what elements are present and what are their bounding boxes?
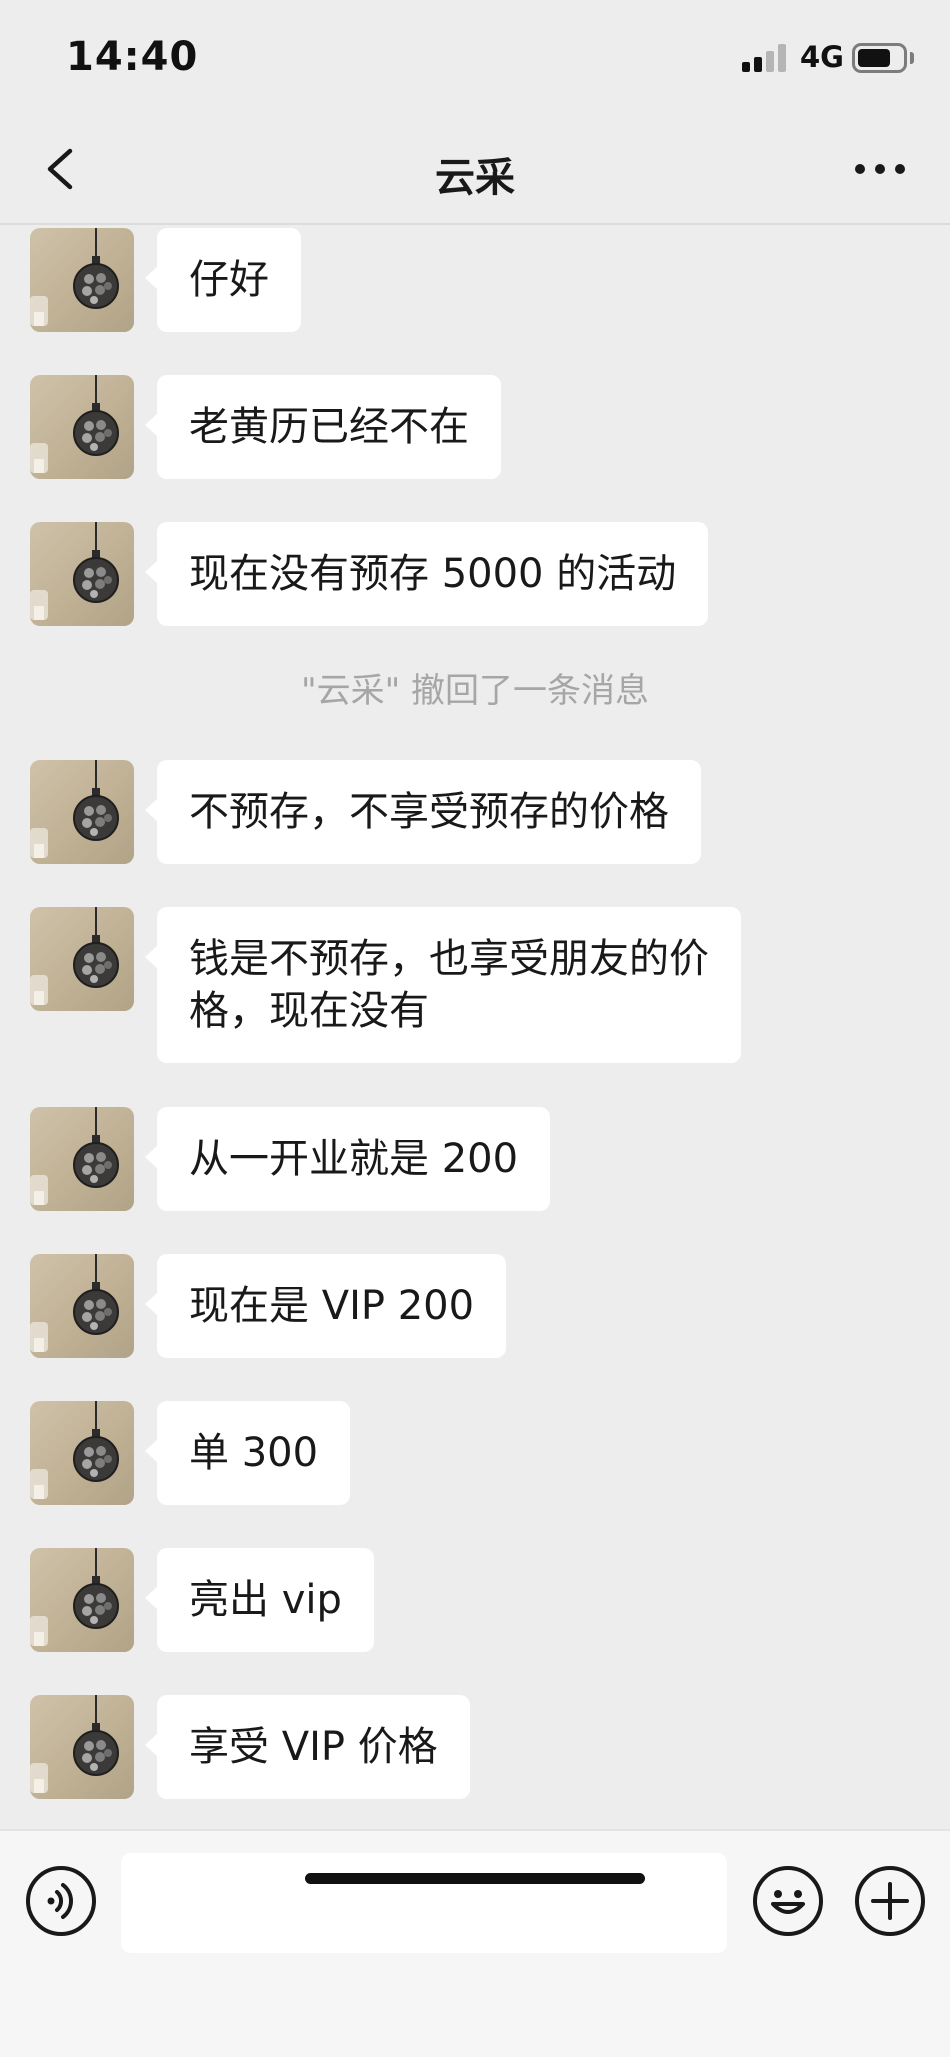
avatar[interactable] [30,1695,134,1799]
avatar[interactable] [30,375,134,479]
message-bubble[interactable]: 仔好 [145,228,301,332]
status-bar: 14:40 4G [0,0,950,115]
message-bubble[interactable]: 钱是不预存，也享受朋友的价 格，现在没有 [145,907,741,1063]
message-bubble[interactable]: 不预存，不享受预存的价格 [145,760,701,864]
chat-screen: 14:40 4G 云采 仔好 老黄历已经不在 现在没有预存 5000 的活动 "… [0,0,950,2057]
message-bubble[interactable]: 亮出 vip [145,1548,374,1652]
battery-cap [910,52,914,64]
message-bubble[interactable]: 从一开业就是 200 [144,1107,551,1211]
message-bubble[interactable]: 老黄历已经不在 [145,375,501,479]
emoji-icon[interactable] [753,1866,823,1936]
home-indicator[interactable] [305,1873,645,1884]
message-bubble[interactable]: 单 300 [144,1401,351,1505]
message-input[interactable] [121,1853,727,1953]
nav-bar: 云采 [0,115,950,223]
avatar[interactable] [30,522,134,626]
avatar[interactable] [30,228,134,332]
voice-icon[interactable] [26,1866,96,1936]
status-time: 14:40 [66,34,199,80]
message-bubble[interactable]: 现在没有预存 5000 的活动 [144,522,709,626]
more-dots-icon[interactable] [850,155,910,183]
avatar[interactable] [30,1107,134,1211]
chat-title: 云采 [435,155,515,201]
avatar[interactable] [30,1254,134,1358]
message-list[interactable]: 仔好 老黄历已经不在 现在没有预存 5000 的活动 "云采" 撤回了一条消息 … [0,225,950,1829]
recall-notice: "云采" 撤回了一条消息 [300,671,650,711]
signal-strength-icon [742,44,788,72]
network-type: 4G [800,40,844,74]
message-bubble[interactable]: 享受 VIP 价格 [145,1695,470,1799]
avatar[interactable] [30,907,134,1011]
battery-icon [852,43,907,73]
avatar[interactable] [30,760,134,864]
input-bar [0,1829,950,2057]
avatar[interactable] [30,1548,134,1652]
avatar[interactable] [30,1401,134,1505]
message-bubble[interactable]: 现在是 VIP 200 [144,1254,507,1358]
plus-icon[interactable] [855,1866,925,1936]
